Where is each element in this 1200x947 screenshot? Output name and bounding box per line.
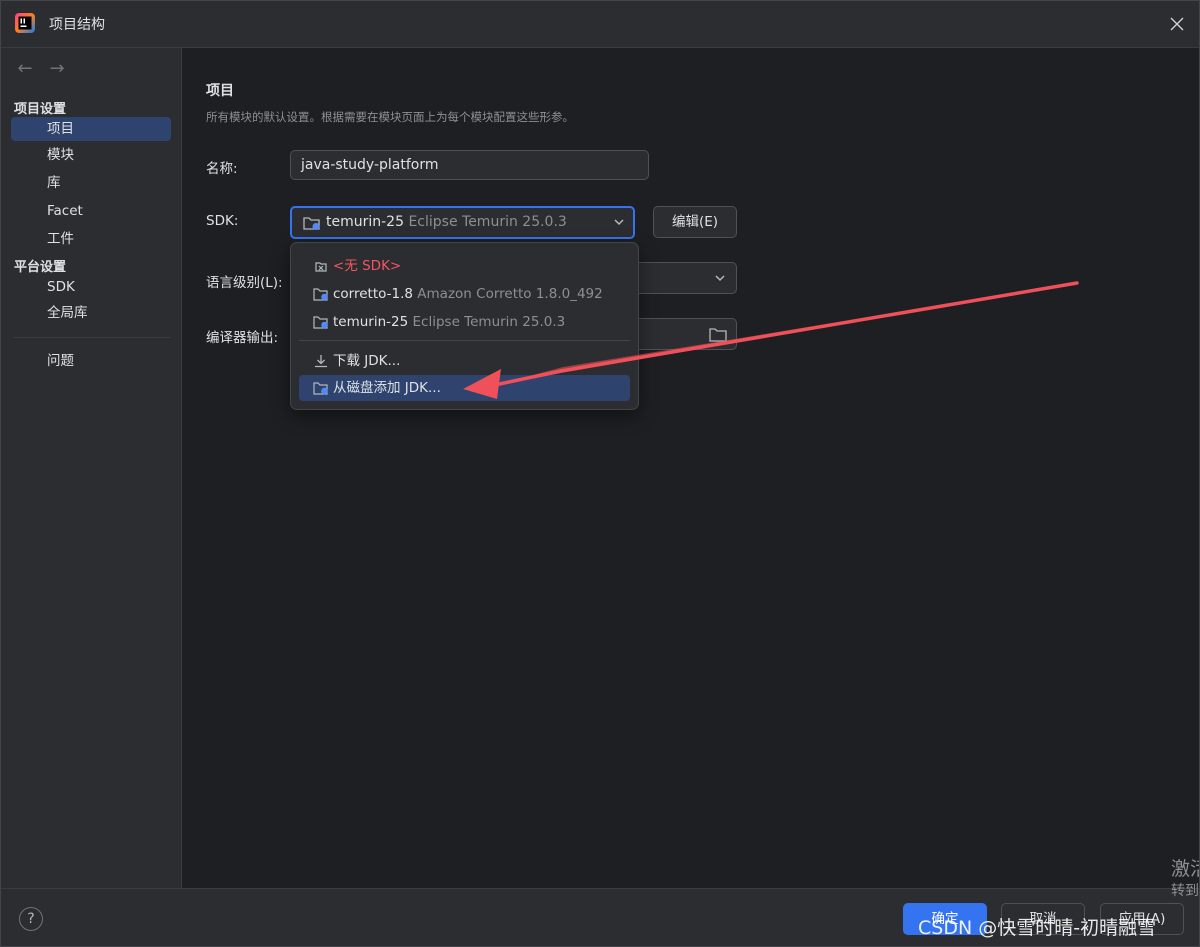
sidebar-item-libraries[interactable]: 库 bbox=[11, 171, 171, 195]
back-arrow-icon[interactable]: ← bbox=[15, 58, 35, 79]
close-button[interactable] bbox=[1163, 10, 1191, 38]
jdk-folder-icon bbox=[303, 217, 320, 230]
sidebar-item-label: 项目 bbox=[47, 121, 74, 137]
sdk-option-detail: Amazon Corretto 1.8.0_492 bbox=[417, 286, 603, 302]
edit-sdk-button[interactable]: 编辑(E) bbox=[653, 206, 737, 238]
dialog-footer: ? 确定 取消 应用(A) bbox=[1, 888, 1199, 946]
no-sdk-icon bbox=[315, 262, 327, 272]
download-jdk-label: 下载 JDK... bbox=[333, 353, 401, 369]
sidebar-item-sdk[interactable]: SDK bbox=[11, 275, 171, 299]
sdk-option-name: temurin-25 bbox=[333, 314, 409, 330]
cancel-button[interactable]: 取消 bbox=[1001, 903, 1085, 935]
sdk-option-none[interactable]: <无 SDK> bbox=[299, 253, 630, 279]
group-platform-settings: 平台设置 bbox=[14, 260, 67, 275]
sidebar-divider bbox=[13, 337, 171, 338]
sidebar-item-label: 全局库 bbox=[47, 305, 88, 321]
download-jdk-option[interactable]: 下载 JDK... bbox=[299, 348, 630, 374]
sidebar-item-modules[interactable]: 模块 bbox=[11, 143, 171, 167]
project-name-field[interactable]: java-study-platform bbox=[290, 150, 649, 180]
close-icon bbox=[1170, 17, 1184, 31]
help-button[interactable]: ? bbox=[19, 907, 43, 931]
intellij-app-icon bbox=[15, 13, 35, 33]
page-title: 项目 bbox=[206, 83, 234, 99]
language-level-combobox[interactable] bbox=[631, 262, 737, 294]
project-structure-dialog: 项目结构 ← → 项目设置 项目 模块 库 Facet 工件 平台设置 SDK … bbox=[0, 0, 1200, 947]
add-jdk-from-disk-option[interactable]: 从磁盘添加 JDK... bbox=[299, 375, 630, 401]
compiler-output-label: 编译器输出: bbox=[206, 330, 279, 346]
language-level-label: 语言级别(L): bbox=[206, 275, 283, 291]
sidebar-item-project[interactable]: 项目 bbox=[11, 117, 171, 141]
chevron-down-icon bbox=[714, 269, 726, 291]
sdk-combobox[interactable]: temurin-25 Eclipse Temurin 25.0.3 bbox=[290, 206, 635, 239]
page-description: 所有模块的默认设置。根据需要在模块页面上为每个模块配置这些形参。 bbox=[206, 110, 574, 124]
history-navigation: ← → bbox=[15, 58, 67, 79]
sidebar-item-label: Facet bbox=[47, 203, 83, 219]
sidebar-item-label: 库 bbox=[47, 175, 61, 191]
sdk-option-name: corretto-1.8 bbox=[333, 286, 413, 302]
sdk-option-corretto[interactable]: corretto-1.8 Amazon Corretto 1.8.0_492 bbox=[299, 281, 630, 307]
jdk-folder-icon bbox=[313, 382, 328, 395]
add-jdk-from-disk-label: 从磁盘添加 JDK... bbox=[333, 380, 441, 396]
apply-button[interactable]: 应用(A) bbox=[1100, 903, 1184, 935]
sdk-option-temurin[interactable]: temurin-25 Eclipse Temurin 25.0.3 bbox=[299, 309, 630, 335]
sidebar-item-global-libraries[interactable]: 全局库 bbox=[11, 301, 171, 325]
download-icon bbox=[315, 355, 327, 368]
forward-arrow-icon[interactable]: → bbox=[47, 58, 67, 79]
sdk-label: SDK: bbox=[206, 213, 239, 229]
sidebar-item-label: 问题 bbox=[47, 353, 74, 369]
sdk-dropdown-popup: <无 SDK> corretto-1.8 Amazon Corretto 1.8… bbox=[290, 242, 639, 410]
sidebar-item-label: 模块 bbox=[47, 147, 74, 163]
sidebar-item-label: SDK bbox=[47, 279, 75, 295]
sdk-selected-name: temurin-25 bbox=[326, 214, 404, 230]
sidebar-item-facet[interactable]: Facet bbox=[11, 199, 171, 223]
jdk-folder-icon bbox=[313, 316, 328, 329]
ok-button[interactable]: 确定 bbox=[903, 903, 987, 935]
jdk-folder-icon bbox=[313, 288, 328, 301]
sdk-selected-detail: Eclipse Temurin 25.0.3 bbox=[408, 214, 567, 230]
sdk-option-label: <无 SDK> bbox=[333, 258, 402, 274]
sdk-option-detail: Eclipse Temurin 25.0.3 bbox=[412, 314, 566, 330]
sidebar-item-problems[interactable]: 问题 bbox=[11, 349, 171, 373]
activation-line-1: 激活 bbox=[1171, 858, 1199, 880]
sidebar-item-artifacts[interactable]: 工件 bbox=[11, 227, 171, 251]
sidebar-item-label: 工件 bbox=[47, 231, 74, 247]
name-label: 名称: bbox=[206, 161, 238, 177]
group-project-settings: 项目设置 bbox=[14, 102, 67, 117]
sidebar: ← → 项目设置 项目 模块 库 Facet 工件 平台设置 SDK 全局库 问… bbox=[1, 48, 182, 888]
dropdown-separator bbox=[299, 340, 630, 341]
title-bar: 项目结构 bbox=[1, 1, 1199, 48]
window-title: 项目结构 bbox=[49, 17, 105, 33]
compiler-output-field[interactable] bbox=[631, 318, 737, 350]
browse-folder-icon[interactable] bbox=[709, 327, 727, 342]
